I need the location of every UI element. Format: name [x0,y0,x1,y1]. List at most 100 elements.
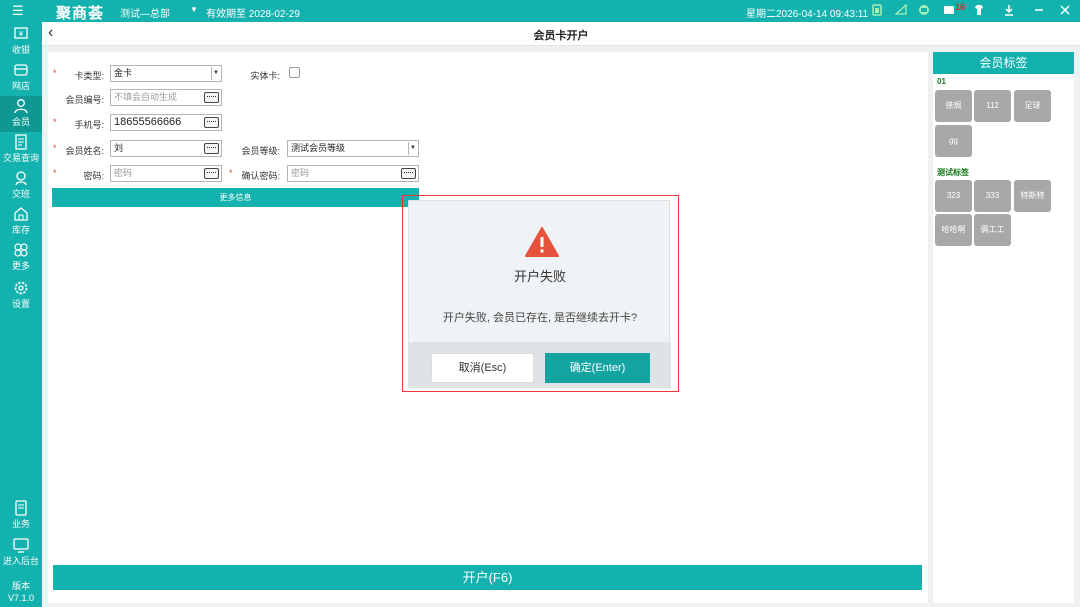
page-header: ‹ 会员卡开户 [42,22,1080,46]
card-type-label: 卡类型: [74,71,104,81]
expiry-date: 有效期至 2028-02-29 [206,9,300,20]
sidebar-item-settings[interactable]: 设置 [0,278,42,314]
keyboard-icon[interactable] [204,143,219,154]
download-icon[interactable] [1002,4,1016,18]
close-icon[interactable] [1058,4,1072,18]
tag-group-title: 01 [937,77,946,86]
face-icon[interactable] [917,4,931,18]
battery-icon [870,4,884,18]
menu-icon[interactable]: ☰ [12,3,24,19]
keyboard-icon[interactable] [204,92,219,103]
member-icon [12,98,30,116]
svg-text:¥: ¥ [19,30,24,38]
required-mark: * [53,117,57,127]
sidebar-item-business[interactable]: 业务 [0,498,42,534]
password-placeholder: 密码 [114,168,133,178]
transaction-icon [12,134,30,152]
sidebar-item-label: 设置 [11,299,30,309]
sidebar-item-label: 业务 [11,519,30,529]
required-mark: * [229,168,233,178]
datetime: 星期二2026-04-14 09:43:11 [746,9,869,20]
member-no-placeholder: 不填会自动生成 [114,92,178,102]
store-dropdown-icon[interactable]: ▼ [190,5,198,14]
member-level-label: 会员等级: [241,146,280,156]
member-name-value: 刘 [114,143,124,153]
version-label: 版本 [11,581,30,591]
tag-item[interactable]: 112 [974,90,1011,122]
inventory-icon [12,206,30,224]
store-name[interactable]: 测试—总部 [120,5,170,20]
phone-value: 18655566666 [114,116,182,128]
version-info: 版本 V7.1.0 [0,580,42,604]
tags-panel-title: 会员标签 [933,52,1074,74]
tag-item[interactable]: 333 [974,180,1011,212]
chevron-down-icon: ▼ [211,67,220,80]
sidebar-item-cashier[interactable]: ¥ 收银 [0,24,42,60]
member-no-input[interactable]: 不填会自动生成 [110,89,222,106]
sidebar-item-label: 库存 [11,225,30,235]
password-input[interactable]: 密码 [110,165,222,182]
sidebar: ¥ 收银 网店 会员 交易查询 交班 库存 更多 设置 业务 进入后台 版本 V… [0,22,42,607]
more-icon [12,242,30,260]
open-account-button[interactable]: 开户(F6) [53,565,922,590]
top-bar: ☰ 聚商荟 测试—总部 ▼ 有效期至 2028-02-29 星期二2026-04… [0,0,1080,22]
tag-item[interactable]: 搽焗 [935,90,972,122]
shift-icon [12,170,30,188]
physical-card-label: 实体卡: [250,71,280,81]
physical-card-checkbox[interactable] [289,67,300,78]
member-level-select[interactable]: 测试会员等级 ▼ [287,140,419,157]
keyboard-icon[interactable] [204,168,219,179]
phone-label: 手机号: [74,120,104,130]
sidebar-item-label: 交班 [11,189,30,199]
sidebar-item-label: 进入后台 [2,556,39,566]
sidebar-item-member[interactable]: 会员 [0,96,42,132]
required-mark: * [53,168,57,178]
sidebar-item-store[interactable]: 网店 [0,60,42,96]
member-tags-panel: 会员标签 01 搽焗 112 足球 gg 测试标签 323 333 特斯特 哈哈… [933,52,1074,603]
confirm-password-input[interactable]: 密码 [287,165,419,182]
sidebar-item-backend[interactable]: 进入后台 [0,535,42,571]
sidebar-item-shift[interactable]: 交班 [0,168,42,204]
tag-item[interactable]: 323 [935,180,972,212]
wifi-icon [894,3,908,18]
phone-input[interactable]: 18655566666 [110,114,222,131]
member-name-input[interactable]: 刘 [110,140,222,157]
member-name-label: 会员姓名: [65,146,104,156]
sidebar-item-label: 交易查询 [2,153,39,163]
shirt-icon[interactable] [972,4,986,18]
highlight-box [402,195,679,392]
keyboard-icon[interactable] [204,117,219,128]
business-icon [12,500,30,518]
cashier-icon: ¥ [12,26,30,44]
tag-item[interactable]: 足球 [1014,90,1051,122]
sidebar-item-label: 更多 [11,261,30,271]
tag-item[interactable]: 俩工工 [974,214,1011,246]
tag-item[interactable]: 特斯特 [1014,180,1051,212]
chevron-down-icon: ▼ [408,142,417,155]
minimize-icon[interactable] [1032,4,1046,18]
sidebar-item-more[interactable]: 更多 [0,240,42,276]
confirm-password-placeholder: 密码 [291,168,310,178]
backend-icon [12,537,30,555]
sidebar-item-inventory[interactable]: 库存 [0,204,42,240]
message-badge: 16 [955,2,966,12]
sidebar-item-label: 收银 [11,45,30,55]
page-title: 会员卡开户 [533,30,589,42]
tag-item[interactable]: gg [935,125,972,157]
more-info-button[interactable]: 更多信息 [52,188,419,207]
keyboard-icon[interactable] [401,168,416,179]
sidebar-item-label: 网店 [11,81,30,91]
app-logo: 聚商荟 [56,5,105,22]
version-number: V7.1.0 [7,593,35,603]
card-type-select[interactable]: 金卡 ▼ [110,65,222,82]
member-no-label: 会员编号: [65,95,104,105]
message-icon[interactable] [942,4,956,18]
tag-item[interactable]: 哈哈啊 [935,214,972,246]
card-type-value: 金卡 [114,68,133,78]
confirm-password-label: 确认密码: [241,171,280,181]
store-icon [12,62,30,80]
sidebar-item-label: 会员 [11,117,30,127]
password-label: 密码: [83,171,104,181]
required-mark: * [53,68,57,78]
sidebar-item-transaction[interactable]: 交易查询 [0,132,42,168]
